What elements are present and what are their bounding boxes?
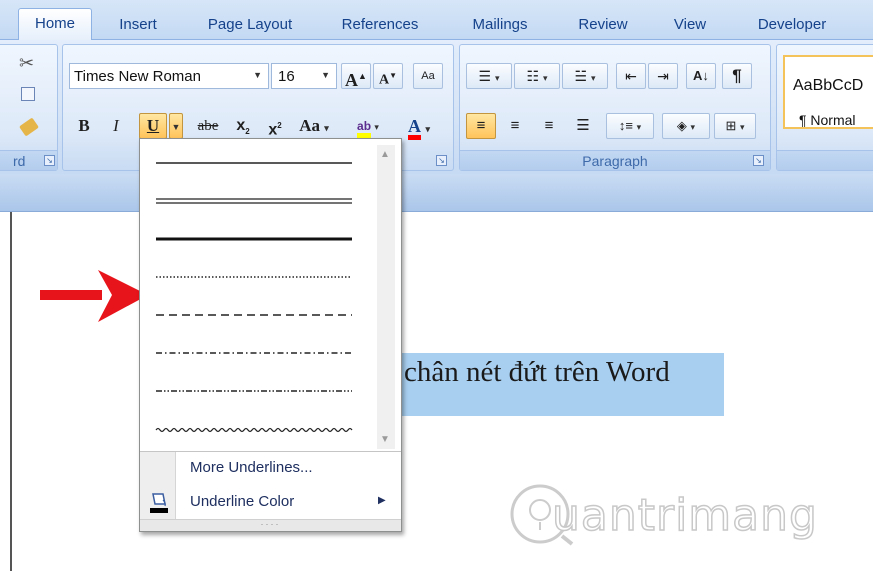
style-normal-label: ¶ Normal (799, 112, 856, 128)
paragraph-launcher-icon[interactable]: ↘ (753, 155, 764, 166)
chevron-down-icon[interactable]: ▼ (253, 70, 262, 80)
align-center-icon: ≡ (510, 117, 520, 134)
clear-formatting-button[interactable]: Aa (413, 63, 443, 89)
font-launcher-icon[interactable]: ↘ (436, 155, 447, 166)
decrease-indent-icon: ⇤ (625, 68, 637, 84)
paragraph-group: ☰ ▾ ☷ ▾ ☱ ▾ ⇤ ⇥ A↓ ¶ ≡ ≡ ≡ ☰ ↕≡ ▾ ◈ ▾ ⊞ … (459, 44, 771, 171)
change-case-button[interactable]: Aa ▾ (293, 113, 335, 139)
align-left-button[interactable]: ≡ (466, 113, 496, 139)
justify-button[interactable]: ☰ (568, 113, 598, 139)
decrease-indent-button[interactable]: ⇤ (616, 63, 646, 89)
line-spacing-button[interactable]: ↕≡ ▾ (606, 113, 654, 139)
bullets-button[interactable]: ☰ ▾ (466, 63, 512, 89)
chevron-down-icon[interactable]: ▼ (321, 70, 330, 80)
underline-style-thick[interactable] (146, 221, 374, 257)
cut-icon[interactable]: ✂ (19, 53, 34, 74)
chevron-down-icon: ▼ (171, 122, 181, 132)
underline-style-dash-dot[interactable] (146, 335, 374, 371)
sort-icon: A↓ (693, 68, 709, 83)
underline-style-menu: ▲ ▼ More Underlines... Underline Color ▶… (139, 138, 402, 532)
menu-icon-column (140, 452, 176, 520)
clipboard-launcher-icon[interactable]: ↘ (44, 155, 55, 166)
tab-insert[interactable]: Insert (102, 10, 174, 40)
underline-style-double[interactable] (146, 183, 374, 219)
tab-page-layout[interactable]: Page Layout (190, 10, 310, 40)
numbering-button[interactable]: ☷ ▾ (514, 63, 560, 89)
ribbon: ✂ rd ↘ Times New Roman ▼ 16 ▼ A▲ A▼ Aa B… (0, 40, 873, 174)
underline-button[interactable]: U (139, 113, 167, 139)
italic-button[interactable]: I (103, 113, 129, 139)
paragraph-group-label: Paragraph (460, 150, 770, 170)
document-text[interactable]: chân nét đứt trên Word (404, 356, 670, 389)
strikethrough-button[interactable]: abe (191, 113, 225, 139)
shrink-font-button[interactable]: A▼ (373, 63, 403, 89)
tab-review[interactable]: Review (564, 10, 642, 40)
align-right-button[interactable]: ≡ (534, 113, 564, 139)
font-color-button[interactable]: A ▾ (397, 113, 441, 140)
paint-bucket-icon: ◈ (676, 118, 687, 133)
menu-resize-grip[interactable]: ···· (140, 519, 401, 531)
grow-font-button[interactable]: A▲ (341, 63, 371, 90)
subscript-button[interactable]: x2 (229, 113, 257, 139)
clipboard-group: ✂ rd ↘ (0, 44, 58, 171)
underline-style-gallery (146, 145, 374, 449)
numbering-icon: ☷ (526, 68, 540, 84)
underline-style-wave[interactable] (146, 411, 374, 447)
font-size-value: 16 (278, 68, 295, 85)
red-arrow-icon (40, 270, 148, 322)
scroll-up-icon[interactable]: ▲ (380, 149, 390, 160)
more-underlines-item[interactable]: More Underlines... (190, 459, 313, 476)
increase-indent-button[interactable]: ⇥ (648, 63, 678, 89)
underline-style-dashed[interactable] (146, 297, 374, 333)
menu-divider (140, 451, 401, 452)
sort-button[interactable]: A↓ (686, 63, 716, 89)
style-preview-text: AaBbCcD (793, 77, 864, 94)
underline-dropdown-button[interactable]: ▼ (169, 113, 183, 139)
tab-view[interactable]: View (655, 10, 725, 40)
align-right-icon: ≡ (544, 117, 554, 134)
submenu-arrow-icon: ▶ (378, 495, 386, 506)
shading-button[interactable]: ◈ ▾ (662, 113, 710, 139)
highlight-button[interactable]: ab ▾ (343, 113, 393, 139)
font-color-icon: A (407, 117, 421, 140)
bold-button[interactable]: B (71, 113, 97, 139)
styles-group-label (777, 150, 873, 170)
tab-mailings[interactable]: Mailings (450, 10, 550, 40)
underline-style-dotted[interactable] (146, 259, 374, 295)
align-left-icon: ≡ (476, 117, 486, 134)
font-name-value: Times New Roman (74, 68, 201, 85)
format-painter-icon[interactable] (19, 117, 39, 137)
highlighter-icon: ab (357, 119, 372, 138)
underline-style-single[interactable] (146, 145, 374, 181)
tab-references[interactable]: References (325, 10, 435, 40)
superscript-button[interactable]: x2 (261, 113, 289, 139)
paint-bucket-icon (150, 493, 168, 513)
font-name-combobox[interactable]: Times New Roman ▼ (69, 63, 269, 89)
ribbon-tab-bar: Home Insert Page Layout References Maili… (0, 0, 873, 41)
line-spacing-icon: ↕≡ (618, 118, 633, 133)
tab-home[interactable]: Home (18, 8, 92, 41)
ruler-strip (0, 174, 873, 212)
underline-color-item[interactable]: Underline Color (190, 493, 294, 510)
borders-button[interactable]: ⊞ ▾ (714, 113, 756, 139)
multilevel-list-button[interactable]: ☱ ▾ (562, 63, 608, 89)
underline-style-dash-dot-dot[interactable] (146, 373, 374, 409)
copy-icon[interactable] (21, 87, 35, 101)
multilevel-list-icon: ☱ (574, 68, 588, 84)
increase-indent-icon: ⇥ (657, 68, 669, 84)
styles-group: AaBbCcD ¶ Normal (776, 44, 873, 171)
justify-icon: ☰ (576, 117, 590, 134)
font-size-combobox[interactable]: 16 ▼ (271, 63, 337, 89)
scroll-down-icon[interactable]: ▼ (380, 434, 390, 445)
eraser-icon: Aa (421, 70, 435, 82)
watermark-text: uantrimang (551, 489, 818, 542)
bullets-icon: ☰ (478, 68, 492, 84)
borders-icon: ⊞ (725, 118, 737, 133)
style-normal-tile[interactable]: AaBbCcD ¶ Normal (783, 55, 873, 129)
tab-developer[interactable]: Developer (740, 10, 844, 40)
show-hide-marks-button[interactable]: ¶ (722, 63, 752, 89)
align-center-button[interactable]: ≡ (500, 113, 530, 139)
gallery-scrollbar[interactable]: ▲ ▼ (377, 145, 395, 449)
